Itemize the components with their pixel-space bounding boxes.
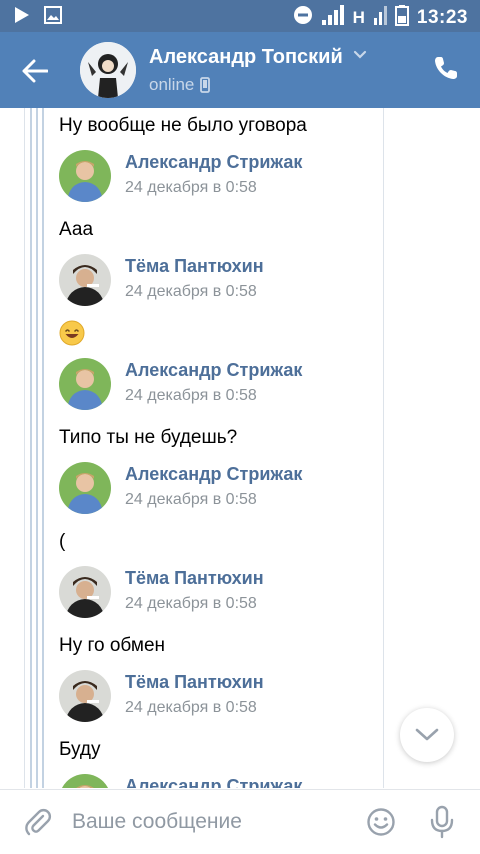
attach-button[interactable] xyxy=(24,808,54,838)
scroll-to-bottom-button[interactable] xyxy=(400,708,454,762)
message-author: Александр Стрижак 24 декабря в 0:58 xyxy=(59,462,379,516)
message-author: Александр Стрижак 24 декабря в 0:58 xyxy=(59,358,379,412)
play-icon xyxy=(14,6,30,29)
message-author: Тёма Пантюхин 24 декабря в 0:58 xyxy=(59,670,379,724)
chat-avatar[interactable] xyxy=(80,42,136,98)
clock: 13:23 xyxy=(416,6,468,28)
message-list[interactable]: Ну вообще не было уговора Александр Стри… xyxy=(0,108,480,788)
message-date: 24 декабря в 0:58 xyxy=(125,595,257,612)
smile-icon xyxy=(367,808,395,836)
author-name[interactable]: Александр Стрижак xyxy=(125,464,302,485)
author-name[interactable]: Александр Стрижак xyxy=(125,152,302,173)
message-date: 24 декабря в 0:58 xyxy=(125,283,257,300)
message-text: Типо ты не будешь? xyxy=(59,427,238,448)
message-date: 24 декабря в 0:58 xyxy=(125,179,257,196)
network-type-label: H xyxy=(352,7,365,27)
emoji-button[interactable] xyxy=(366,807,396,837)
message-date: 24 декабря в 0:58 xyxy=(125,491,257,508)
do-not-disturb-icon xyxy=(293,5,313,30)
author-name[interactable]: Александр Стрижак xyxy=(125,776,302,788)
message-input[interactable] xyxy=(72,804,352,840)
author-name[interactable]: Тёма Пантюхин xyxy=(125,568,264,589)
chat-header: Александр Топский online xyxy=(0,32,480,108)
image-icon xyxy=(44,6,62,29)
online-status-label: online xyxy=(149,75,195,94)
phone-icon xyxy=(435,57,457,79)
chat-title[interactable]: Александр Топский xyxy=(149,46,343,69)
battery-icon xyxy=(394,4,409,31)
avatar-pantyukhin[interactable] xyxy=(59,254,111,306)
signal-icon-secondary xyxy=(373,4,387,31)
author-name[interactable]: Тёма Пантюхин xyxy=(125,672,264,693)
author-name[interactable]: Тёма Пантюхин xyxy=(125,256,264,277)
avatar-pantyukhin[interactable] xyxy=(59,566,111,618)
back-button[interactable] xyxy=(20,56,50,86)
voice-message-button[interactable] xyxy=(428,805,456,839)
author-name[interactable]: Александр Стрижак xyxy=(125,360,302,381)
avatar-strizhak[interactable] xyxy=(59,462,111,514)
chevron-down-icon xyxy=(415,728,439,741)
message-date: 24 декабря в 0:58 xyxy=(125,387,257,404)
message-author: Тёма Пантюхин 24 декабря в 0:58 xyxy=(59,254,379,308)
avatar-strizhak[interactable] xyxy=(59,774,111,788)
avatar-pantyukhin[interactable] xyxy=(59,670,111,722)
message-text: Ааа xyxy=(59,219,94,240)
avatar-strizhak[interactable] xyxy=(59,358,111,410)
avatar-strizhak[interactable] xyxy=(59,150,111,202)
forward-line xyxy=(42,108,44,788)
paperclip-icon xyxy=(25,808,52,836)
status-bar: H 13:23 xyxy=(0,0,480,32)
message-text: Буду xyxy=(59,739,101,760)
microphone-icon xyxy=(430,805,454,839)
message-date: 24 декабря в 0:58 xyxy=(125,699,257,716)
message-composer xyxy=(0,789,480,854)
forward-line xyxy=(36,108,38,788)
online-status: online xyxy=(149,75,211,95)
message-author: Тёма Пантюхин 24 декабря в 0:58 xyxy=(59,566,379,620)
message-author: Александр Стрижак 24 декабря в 0:58 xyxy=(59,150,379,204)
call-button[interactable] xyxy=(432,54,462,84)
signal-icon xyxy=(321,4,345,31)
smiling-face-emoji-icon xyxy=(59,320,85,351)
chevron-down-icon[interactable] xyxy=(353,50,367,60)
message-text: Ну вообще не было уговора xyxy=(59,115,307,136)
message-text: ( xyxy=(59,531,66,552)
message-author: Александр Стрижак xyxy=(59,774,379,788)
message-text: Ну го обмен xyxy=(59,635,166,656)
mobile-phone-icon xyxy=(200,77,211,93)
forward-line xyxy=(30,108,32,788)
arrow-left-icon xyxy=(22,59,48,83)
